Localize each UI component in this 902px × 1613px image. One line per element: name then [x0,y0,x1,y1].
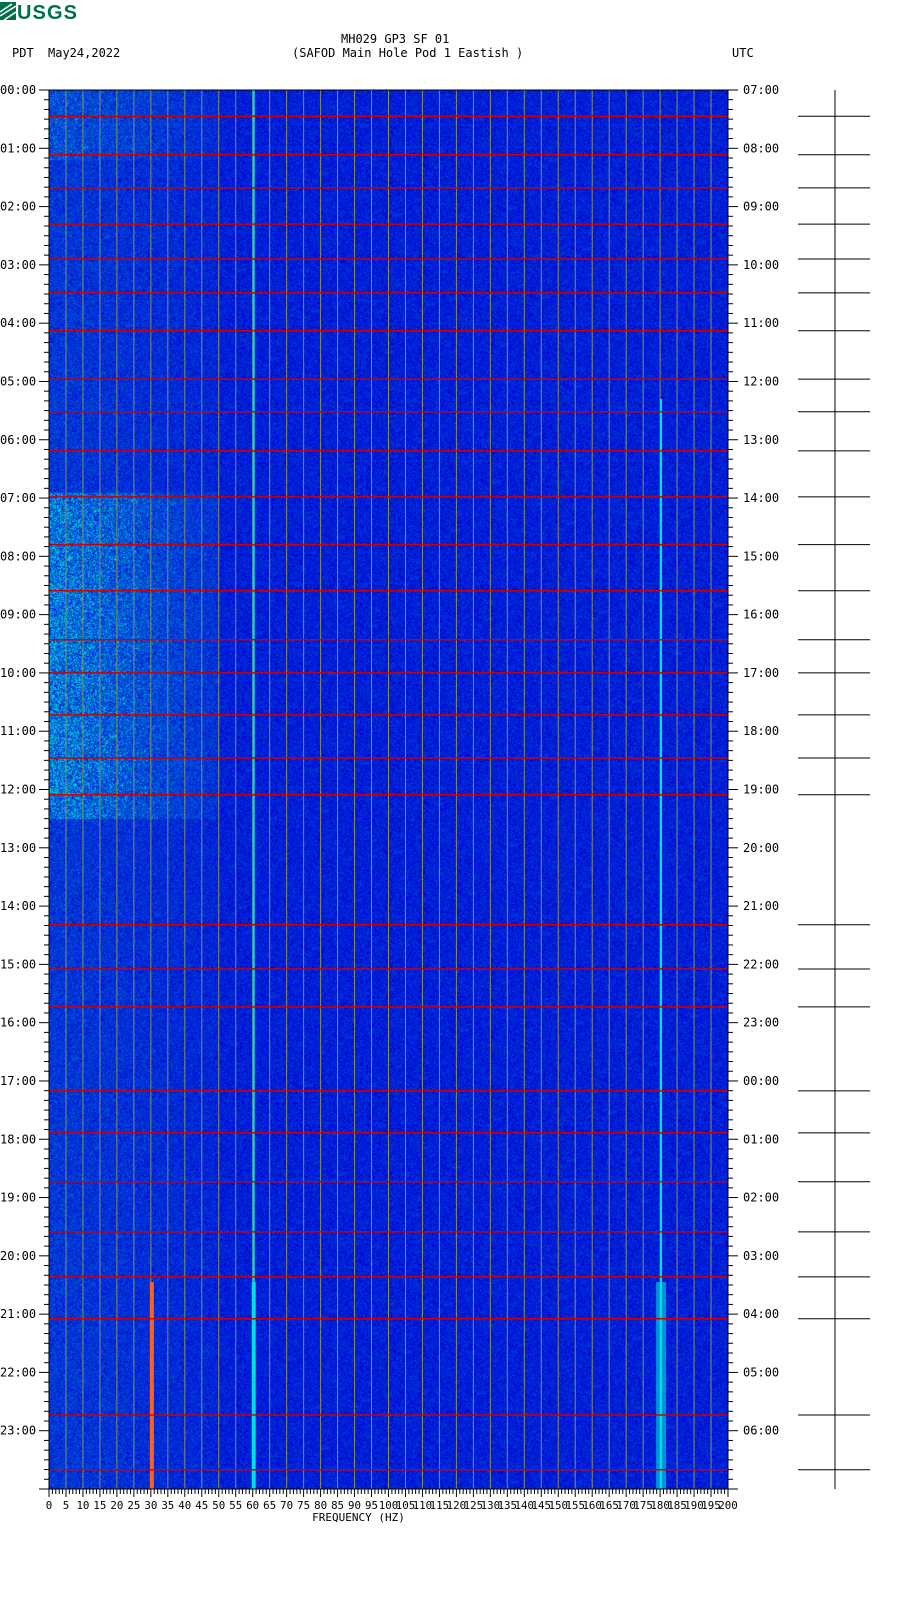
right-tick-label: 19:00 [743,783,779,797]
right-tick-label: 23:00 [743,1016,779,1030]
left-tick-label: 08:00 [0,549,36,563]
x-tick-label: 55 [229,1499,242,1512]
right-tick-label: 08:00 [743,141,779,155]
left-tick-label: 02:00 [0,200,36,214]
left-tick-label: 16:00 [0,1016,36,1030]
left-tick-label: 11:00 [0,724,36,738]
right-tick-label: 12:00 [743,374,779,388]
left-tick-label: 12:00 [0,783,36,797]
left-tick-label: 20:00 [0,1249,36,1263]
left-tick-label: 07:00 [0,491,36,505]
right-tick-label: 22:00 [743,957,779,971]
x-tick-label: 10 [76,1499,89,1512]
right-tick-label: 02:00 [743,1191,779,1205]
x-tick-label: 0 [46,1499,53,1512]
left-tick-label: 14:00 [0,899,36,913]
right-tick-label: 09:00 [743,200,779,214]
right-tick-label: 05:00 [743,1365,779,1379]
right-tick-label: 10:00 [743,258,779,272]
x-tick-label: 35 [161,1499,174,1512]
left-tick-label: 23:00 [0,1424,36,1438]
right-tick-label: 14:00 [743,491,779,505]
right-tick-label: 13:00 [743,433,779,447]
left-tick-label: 01:00 [0,141,36,155]
x-tick-label: 45 [195,1499,208,1512]
right-tick-label: 17:00 [743,666,779,680]
left-tick-label: 05:00 [0,374,36,388]
x-tick-label: 20 [110,1499,123,1512]
right-tick-label: 01:00 [743,1132,779,1146]
x-axis-label: FREQUENCY (HZ) [312,1511,405,1524]
right-tick-label: 16:00 [743,608,779,622]
right-tick-label: 20:00 [743,841,779,855]
left-tick-label: 04:00 [0,316,36,330]
x-tick-label: 60 [246,1499,259,1512]
right-tick-label: 04:00 [743,1307,779,1321]
left-tick-label: 15:00 [0,957,36,971]
right-tick-label: 06:00 [743,1424,779,1438]
x-tick-label: 15 [93,1499,106,1512]
x-tick-label: 70 [280,1499,293,1512]
x-tick-label: 30 [144,1499,157,1512]
right-tick-label: 21:00 [743,899,779,913]
left-tick-label: 22:00 [0,1365,36,1379]
right-tick-label: 03:00 [743,1249,779,1263]
left-tick-label: 19:00 [0,1191,36,1205]
left-tick-label: 00:00 [0,83,36,97]
spectrogram-overlay: 00:00 01:00 02:00 03:00 04:00 05:00 06:00 07:00… [0,83,870,1524]
right-tick-label: 18:00 [743,724,779,738]
x-tick-label: 200 [718,1499,738,1512]
x-tick-label: 75 [297,1499,310,1512]
x-tick-label: 65 [263,1499,276,1512]
x-tick-label: 25 [127,1499,140,1512]
right-tick-label: 11:00 [743,316,779,330]
x-tick-label: 40 [178,1499,191,1512]
right-tick-label: 00:00 [743,1074,779,1088]
left-tick-label: 03:00 [0,258,36,272]
left-tick-label: 10:00 [0,666,36,680]
left-tick-label: 17:00 [0,1074,36,1088]
left-tick-label: 18:00 [0,1132,36,1146]
x-tick-label: 50 [212,1499,225,1512]
right-tick-label: 15:00 [743,549,779,563]
right-tick-label: 07:00 [743,83,779,97]
left-tick-label: 06:00 [0,433,36,447]
left-tick-label: 21:00 [0,1307,36,1321]
x-tick-label: 5 [63,1499,70,1512]
left-tick-label: 09:00 [0,608,36,622]
left-tick-label: 13:00 [0,841,36,855]
